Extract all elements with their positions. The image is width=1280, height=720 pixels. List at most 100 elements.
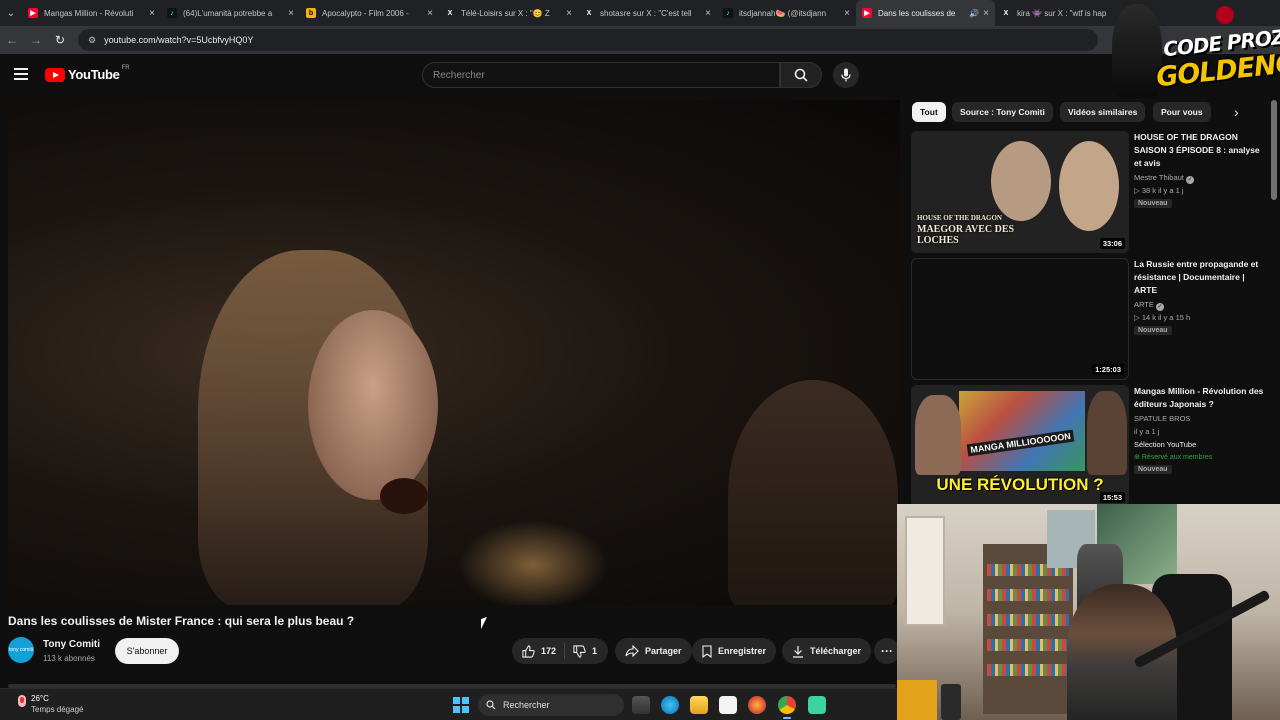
close-tab-icon[interactable]: ×	[983, 8, 989, 19]
close-tab-icon[interactable]: ×	[288, 8, 294, 19]
cam-books	[987, 639, 1069, 651]
video-thumbnail[interactable]: MANGA MILLIOOOOON UNE RÉVOLUTION ? 15:53	[911, 385, 1129, 507]
recommendation-channel-row: ARTE ✓	[1134, 300, 1164, 311]
new-badge: Nouveau	[1134, 199, 1172, 208]
save-button[interactable]: Enregistrer	[692, 638, 777, 664]
close-tab-icon[interactable]: ×	[427, 8, 433, 19]
tab-search-chevron-icon[interactable]: ⌄	[0, 0, 22, 26]
new-badge: Nouveau	[1134, 465, 1172, 474]
forward-arrow-icon[interactable]: →	[24, 33, 48, 47]
file-explorer-icon[interactable]	[690, 696, 708, 714]
back-arrow-icon[interactable]: ←	[0, 33, 24, 47]
browser-tab[interactable]: X shotasre sur X : "C'est tell ×	[578, 0, 717, 26]
search-placeholder: Rechercher	[433, 69, 485, 81]
app-icon[interactable]	[808, 696, 826, 714]
share-button[interactable]: Partager	[615, 638, 692, 664]
tiktok-favicon-icon: ♪	[723, 8, 733, 18]
windows-taskbar: 26°C Temps dégagé Rechercher	[0, 688, 897, 720]
webcam-overlay	[897, 504, 1280, 720]
recommendation-title[interactable]: Mangas Million - Révolution des éditeurs…	[1134, 385, 1266, 411]
recommendation-stats: ▷ 38 k il y a 1 j	[1134, 186, 1184, 195]
download-button[interactable]: Télécharger	[782, 638, 872, 664]
taskbar-search[interactable]: Rechercher	[478, 694, 624, 716]
thumbnail-face	[991, 141, 1051, 221]
browser-tab[interactable]: ♪ itsdjannah🍉 (@itsdjann ×	[717, 0, 856, 26]
menu-icon[interactable]	[14, 68, 28, 83]
recommendation-item[interactable]: HOUSE OF THE DRAGON MAEGOR AVEC DES LOCH…	[911, 131, 1271, 253]
subscribe-button[interactable]: S'abonner	[115, 638, 179, 664]
members-only-label: ⊕ Réservé aux membres	[1134, 453, 1212, 461]
recommendation-channel[interactable]: SPATULE BROS	[1134, 414, 1190, 423]
close-tab-icon[interactable]: ×	[844, 8, 850, 19]
video-thumbnail[interactable]: HOUSE OF THE DRAGON MAEGOR AVEC DES LOCH…	[911, 131, 1129, 253]
windows-start-icon[interactable]	[453, 697, 469, 713]
thumbnail-person	[915, 395, 961, 475]
duration-badge: 33:06	[1099, 238, 1125, 249]
share-icon	[625, 645, 639, 657]
video-title: Dans les coulisses de Mister France : qu…	[8, 614, 355, 628]
search-icon	[486, 700, 496, 710]
search-input[interactable]: Rechercher	[422, 62, 780, 88]
video-frame-face	[308, 310, 438, 500]
video-thumbnail[interactable]: 1:25:03	[911, 258, 1129, 380]
dislike-button[interactable]: 1	[565, 644, 605, 658]
recommendation-channel[interactable]: Mestre Thibaut	[1134, 173, 1184, 182]
download-icon	[793, 645, 803, 658]
youtube-logo[interactable]: YouTube FR	[45, 65, 130, 82]
voice-search-button[interactable]	[833, 62, 859, 88]
youtube-favicon-icon: ▶	[28, 8, 38, 18]
browser-tab[interactable]: ♪ (64)L'umanità potrebbe a ×	[161, 0, 300, 26]
youtube-play-icon	[45, 67, 65, 82]
verified-check-icon: ✓	[1185, 176, 1194, 184]
chip-similar[interactable]: Vidéos similaires	[1060, 102, 1146, 122]
chip-source[interactable]: Source : Tony Comiti	[952, 102, 1053, 122]
site-info-icon[interactable]: ⚙	[88, 35, 96, 46]
address-bar[interactable]: ⚙ youtube.com/watch?v=5UcbfvyHQ0Y	[78, 29, 1098, 51]
like-dislike-group: 172 1	[512, 638, 608, 664]
chip-all[interactable]: Tout	[912, 102, 946, 122]
video-player[interactable]	[8, 100, 900, 605]
browser-tab[interactable]: X Télé-Loisirs sur X : "😊 Z ×	[439, 0, 578, 26]
weather-condition: Temps dégagé	[31, 705, 84, 714]
recommendation-title[interactable]: La Russie entre propagande et résistance…	[1134, 258, 1266, 297]
recommendation-title[interactable]: HOUSE OF THE DRAGON SAISON 3 ÉPISODE 8 :…	[1134, 131, 1266, 170]
task-view-icon[interactable]	[632, 696, 650, 714]
tab-title: (64)L'umanità potrebbe a	[183, 8, 273, 18]
close-tab-icon[interactable]: ×	[149, 8, 155, 19]
browser-tab[interactable]: ▶ Mangas Million - Révoluti ×	[22, 0, 161, 26]
weather-widget[interactable]: 26°C Temps dégagé	[18, 693, 98, 717]
recommendation-item[interactable]: 1:25:03 La Russie entre propagande et ré…	[911, 258, 1271, 380]
close-tab-icon[interactable]: ×	[705, 8, 711, 19]
thumbnail-text-top: HOUSE OF THE DRAGON	[917, 214, 1002, 222]
thumbnail-text: HOUSE OF THE DRAGON MAEGOR AVEC DES LOCH…	[917, 213, 1037, 246]
thumbnail-text-main: UNE RÉVOLUTION ?	[936, 475, 1104, 494]
page-scrollbar[interactable]	[1271, 100, 1277, 200]
chrome-icon[interactable]	[778, 696, 796, 719]
chevron-right-icon[interactable]: ›	[1234, 104, 1239, 120]
cam-books	[987, 664, 1069, 676]
speaker-icon[interactable]: 🔊	[969, 9, 979, 18]
channel-name[interactable]: Tony Comiti	[43, 639, 100, 650]
search-icon	[794, 68, 808, 82]
recommendation-item[interactable]: MANGA MILLIOOOOON UNE RÉVOLUTION ? 15:53…	[911, 385, 1271, 507]
youtube-header: YouTube FR Rechercher	[0, 54, 1280, 96]
browser-tab[interactable]: b Apocalypto - Film 2006 - ×	[300, 0, 439, 26]
cam-object	[941, 684, 961, 720]
like-button[interactable]: 172	[512, 643, 566, 659]
avatar-text: tony comiti	[9, 647, 33, 653]
x-favicon-icon: X	[586, 9, 592, 17]
members-icon: ⊕	[1134, 454, 1142, 461]
firefox-icon[interactable]	[748, 696, 766, 714]
browser-toolbar: ← → ↻ ⚙ youtube.com/watch?v=5UcbfvyHQ0Y	[0, 26, 1280, 54]
edge-browser-icon[interactable]	[661, 696, 679, 714]
microphone-icon	[841, 68, 851, 82]
channel-avatar[interactable]: tony comiti	[8, 637, 34, 663]
browser-tab-active[interactable]: ▶ Dans les coulisses de 🔊 ×	[856, 0, 995, 26]
chip-for-you[interactable]: Pour vous	[1153, 102, 1211, 122]
close-tab-icon[interactable]: ×	[566, 8, 572, 19]
store-icon[interactable]	[719, 696, 737, 714]
recommendation-channel[interactable]: ARTE	[1134, 300, 1154, 309]
search-button[interactable]	[780, 62, 822, 88]
x-favicon-icon: X	[447, 9, 453, 17]
reload-icon[interactable]: ↻	[48, 33, 72, 47]
